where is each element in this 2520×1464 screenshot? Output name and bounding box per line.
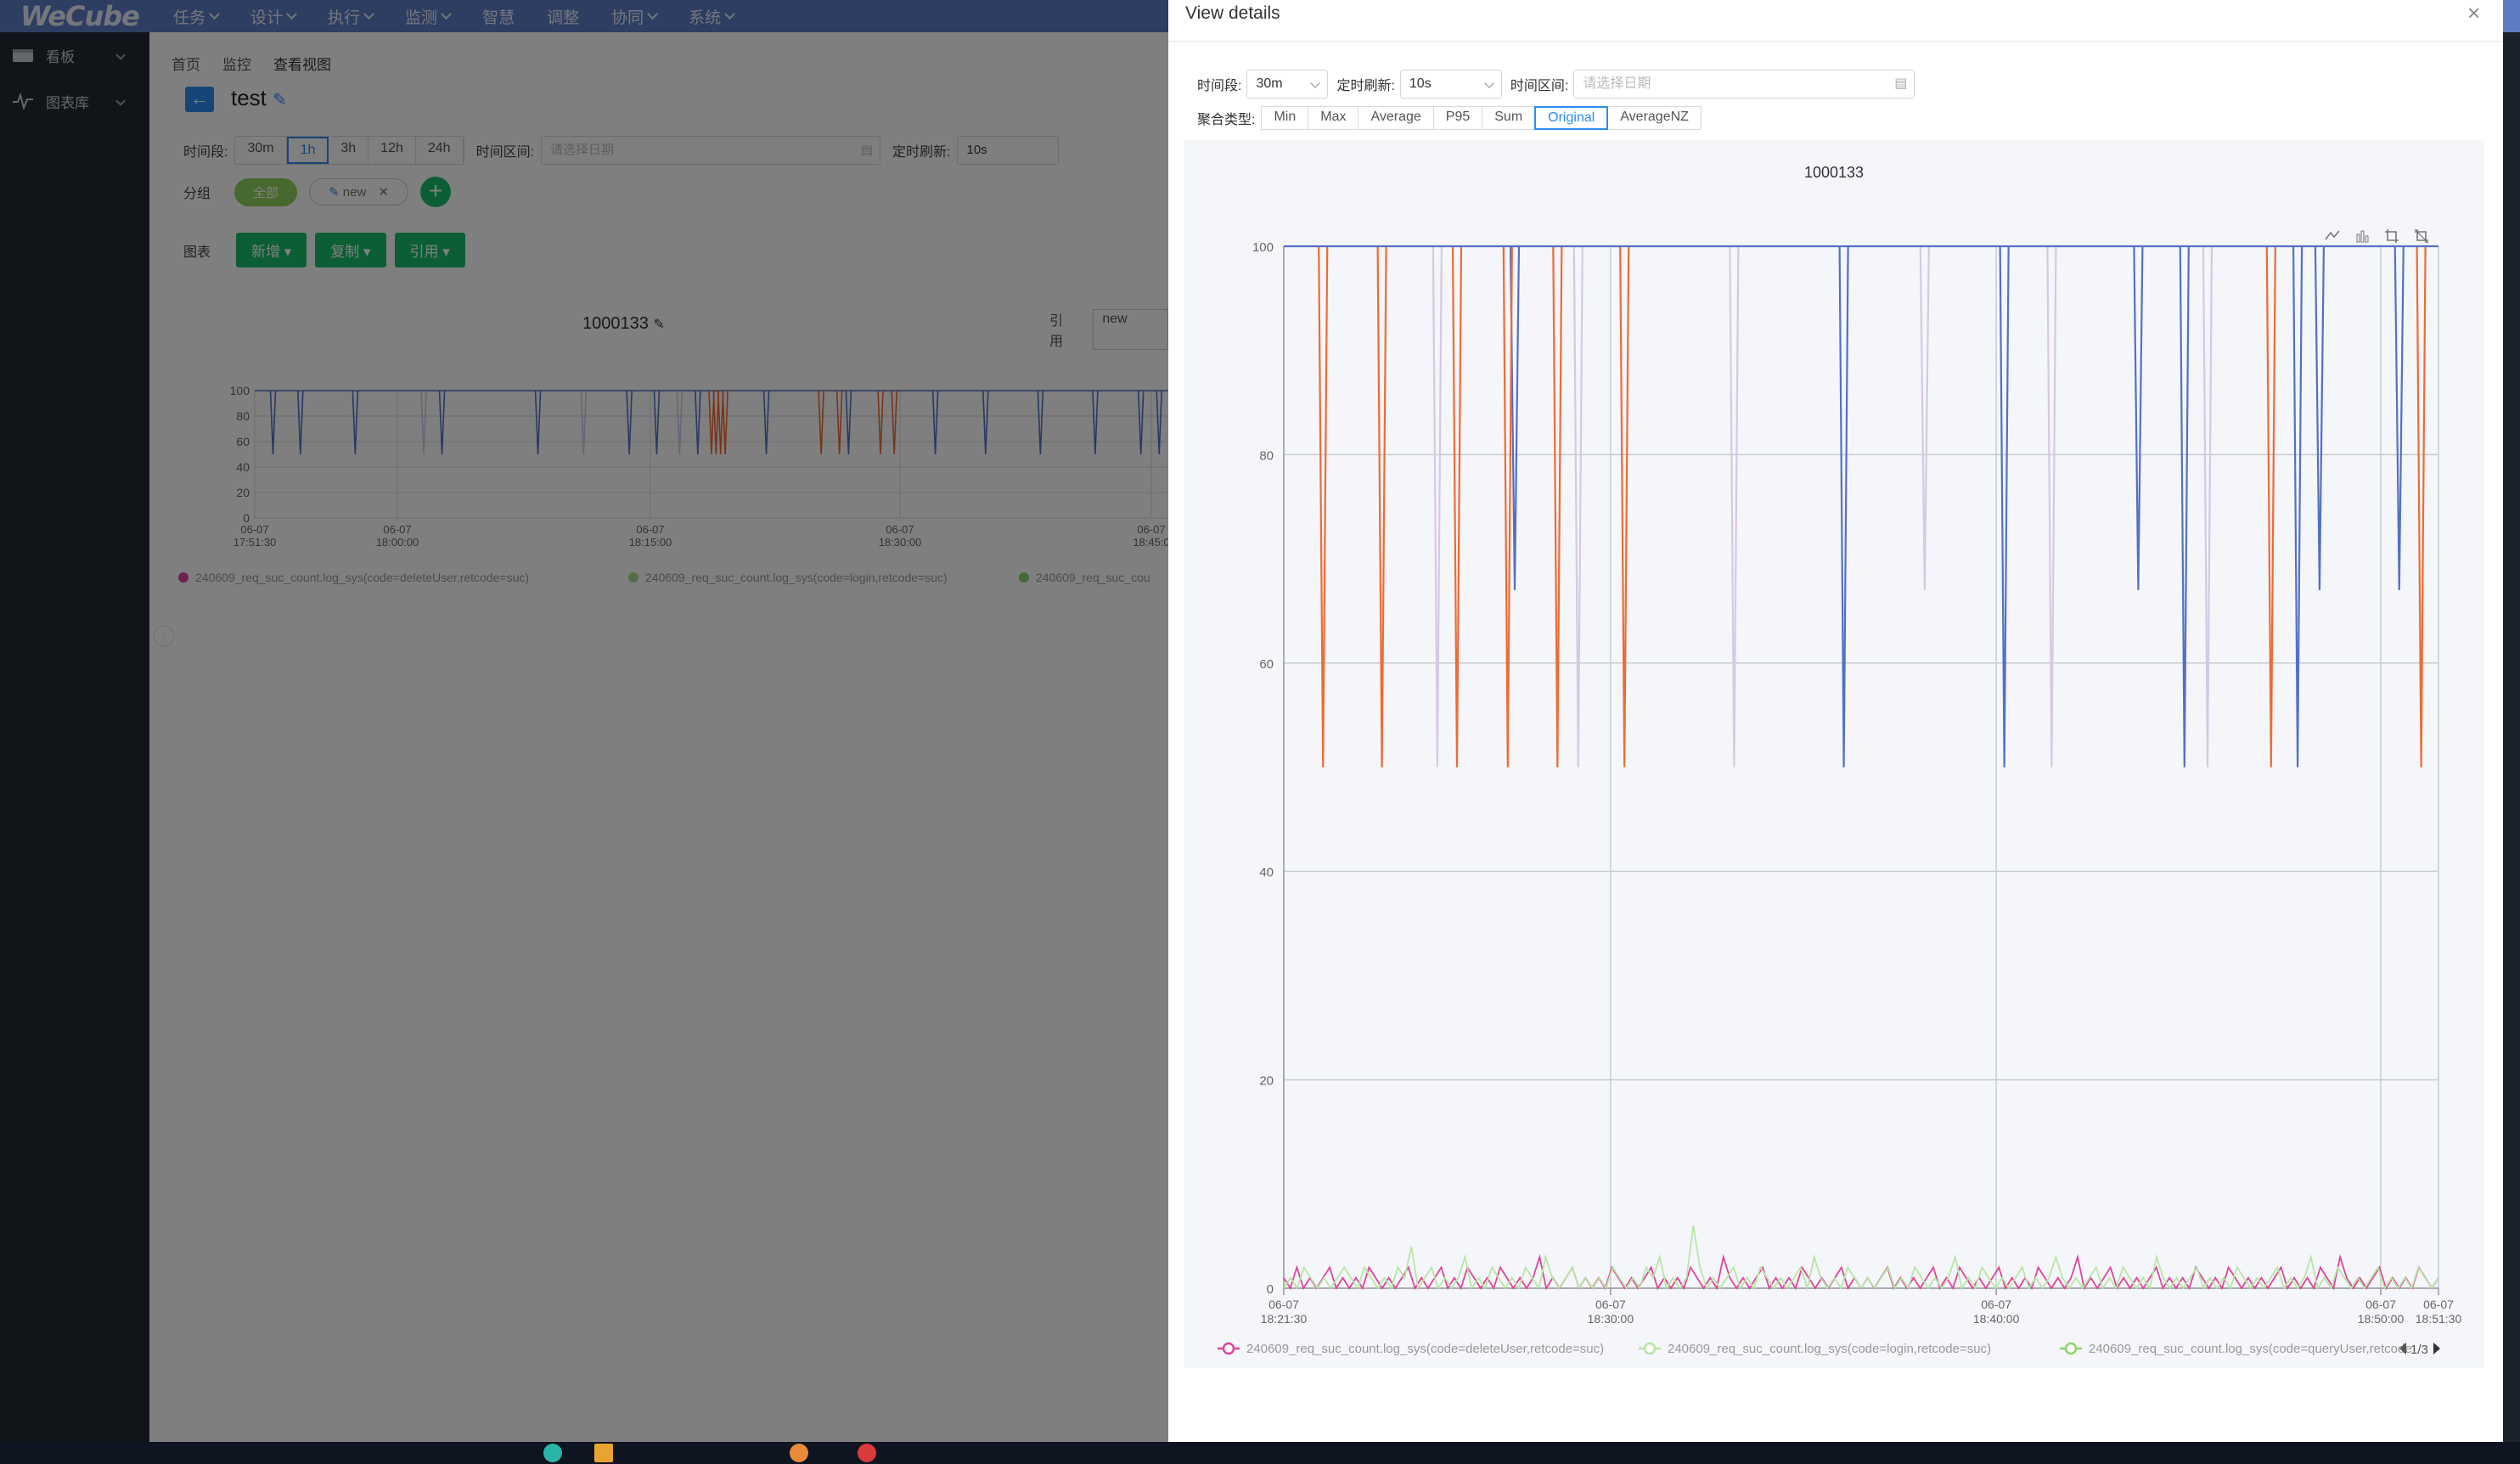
agg-option-sum[interactable]: Sum: [1482, 106, 1536, 130]
x-tick-time: 18:21:30: [1261, 1312, 1308, 1326]
legend-item[interactable]: 240609_req_suc_count.log_sys(code=queryU…: [2060, 1342, 2412, 1356]
chevron-down-icon: [1310, 78, 1321, 88]
calendar-icon: ▤: [1894, 76, 1908, 91]
close-icon[interactable]: ×: [2467, 0, 2480, 26]
modal-backdrop[interactable]: [0, 0, 1168, 1442]
taskbar-app-icon[interactable]: [858, 1444, 876, 1462]
chart-title: 1000133: [1804, 164, 1864, 181]
y-tick-label: 40: [1259, 865, 1274, 880]
legend-item[interactable]: 240609_req_suc_count.log_sys(code=delete…: [1218, 1342, 1604, 1356]
x-tick-date: 06-07: [2423, 1298, 2454, 1311]
legend-marker: [1643, 1342, 1657, 1355]
x-tick-date: 06-07: [1268, 1298, 1299, 1311]
legend-label: 240609_req_suc_count.log_sys(code=login,…: [1668, 1342, 1991, 1356]
taskbar-app-icon[interactable]: [543, 1444, 562, 1462]
agg-option-averagenz[interactable]: AverageNZ: [1607, 106, 1702, 130]
reset-zoom-icon[interactable]: [2414, 228, 2429, 244]
drawer-time-label: 时间段:: [1197, 79, 1242, 93]
drawer-refresh-label: 定时刷新:: [1336, 79, 1395, 93]
detail-chart: 100013302040608010006-07 18:21:3006-07 18:…: [1184, 140, 2484, 1368]
y-tick-label: 80: [1259, 448, 1274, 463]
drawer-title: View details: [1185, 3, 1280, 23]
chevron-down-icon: [1484, 78, 1494, 88]
drawer-divider: [1168, 41, 2503, 42]
x-tick-date: 06-07: [1595, 1298, 1626, 1311]
y-tick-label: 100: [1252, 240, 1274, 255]
legend-page-indicator: 1/3: [2410, 1343, 2428, 1357]
legend-label: 240609_req_suc_count.log_sys(code=queryU…: [2089, 1342, 2412, 1356]
x-tick-time: 18:50:00: [2358, 1312, 2405, 1326]
y-tick-label: 0: [1267, 1282, 1274, 1297]
taskbar-folder-icon[interactable]: [594, 1444, 613, 1462]
view-details-drawer: View details × 时间段: 30m 定时刷新: 10s 时间区间: …: [1168, 0, 2503, 1442]
y-tick-label: 60: [1259, 657, 1274, 672]
drawer-agg-label: 聚合类型:: [1197, 113, 1256, 127]
x-tick-date: 06-07: [1981, 1298, 2011, 1311]
drawer-refresh-select[interactable]: 10s: [1399, 70, 1502, 99]
taskbar-app-icon[interactable]: [790, 1444, 808, 1462]
x-tick-time: 18:40:00: [1973, 1312, 2020, 1326]
drawer-agg-controls: 聚合类型: Min Max Average P95 Sum Original Average…: [1197, 106, 1702, 130]
drawer-time-select[interactable]: 30m: [1246, 70, 1329, 99]
drawer-time-value: 30m: [1256, 76, 1283, 91]
y-tick-label: 20: [1259, 1074, 1274, 1089]
agg-option-p95[interactable]: P95: [1432, 106, 1483, 130]
drawer-date-range-input[interactable]: 请选择日期 ▤: [1573, 70, 1915, 99]
os-taskbar: [0, 1442, 2520, 1464]
legend-marker: [2064, 1342, 2078, 1355]
drawer-date-range-placeholder: 请选择日期: [1583, 76, 1651, 91]
agg-option-original[interactable]: Original: [1534, 106, 1609, 130]
chart-panel: 1000133 0 20 40 60 80 100 06-07 18:21:30 06-07 18:…: [1184, 140, 2484, 1368]
aggregation-type-selector: Min Max Average P95 Sum Original AverageNZ: [1261, 106, 1702, 130]
agg-option-min[interactable]: Min: [1261, 106, 1309, 130]
x-tick-date: 06-07: [2365, 1298, 2396, 1311]
drawer-range-label: 时间区间:: [1510, 79, 1569, 93]
x-tick-time: 18:30:00: [1588, 1312, 1634, 1326]
legend-label: 240609_req_suc_count.log_sys(code=delete…: [1246, 1342, 1604, 1356]
drawer-time-controls: 时间段: 30m 定时刷新: 10s 时间区间: 请选择日期 ▤: [1197, 70, 1915, 99]
drawer-refresh-value: 10s: [1409, 76, 1432, 91]
agg-option-average[interactable]: Average: [1358, 106, 1434, 130]
collapse-sidebar-icon[interactable]: ‹: [153, 625, 175, 647]
x-tick-time: 18:51:30: [2416, 1312, 2462, 1326]
legend-item[interactable]: 240609_req_suc_count.log_sys(code=login,…: [1639, 1342, 1991, 1356]
agg-option-max[interactable]: Max: [1308, 106, 1359, 130]
legend-marker: [1222, 1342, 1235, 1355]
